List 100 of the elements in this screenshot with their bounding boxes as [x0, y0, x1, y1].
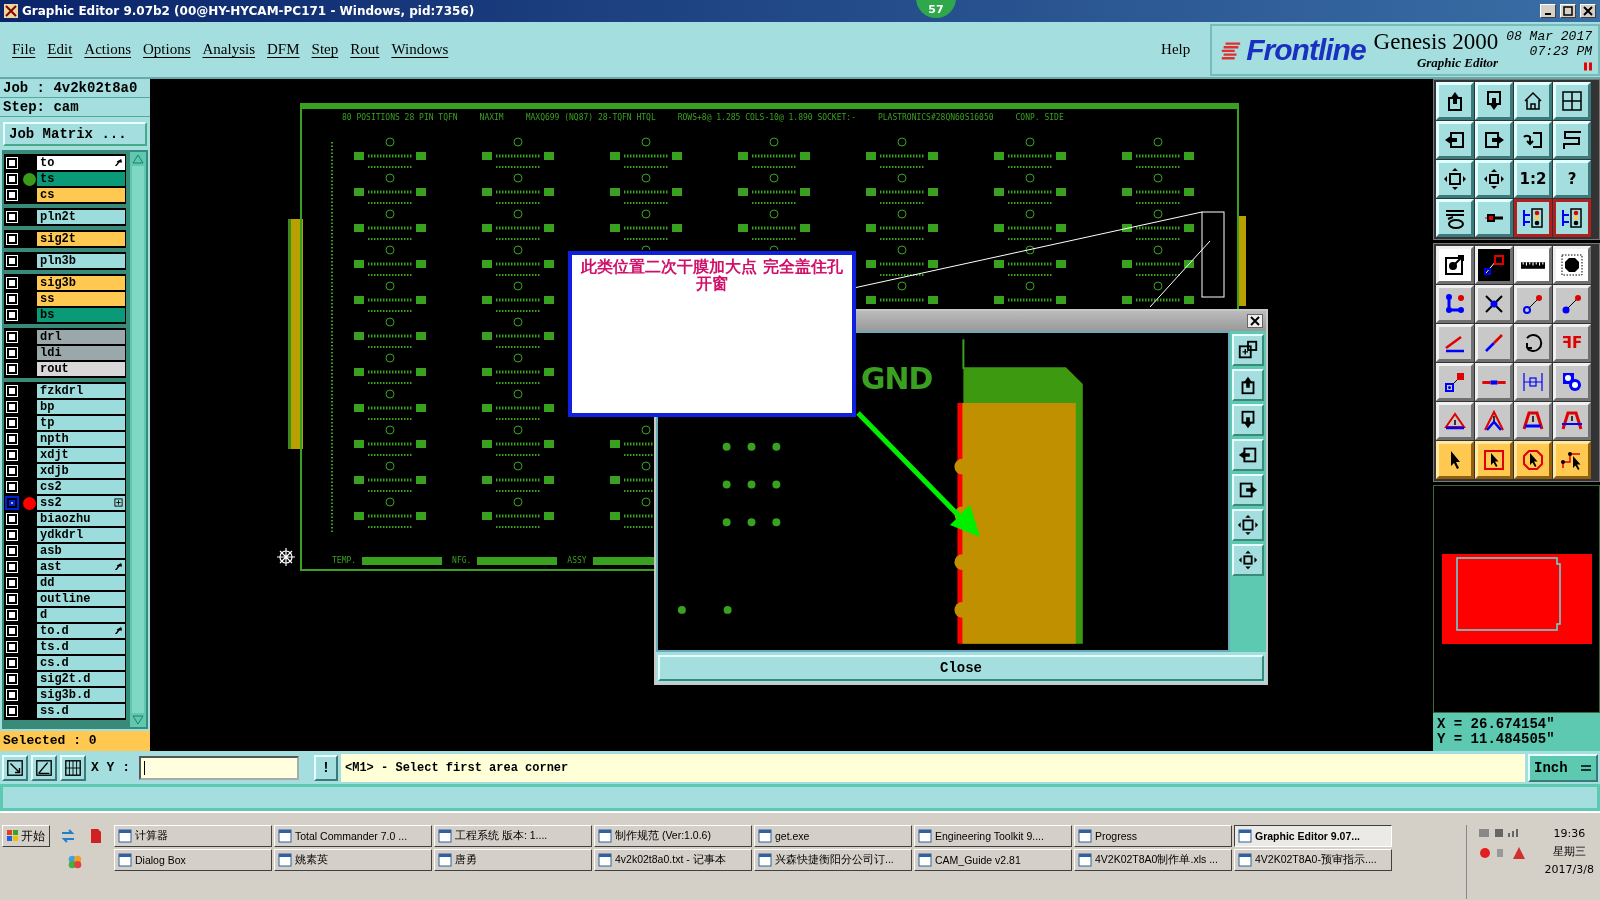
layer-checkbox[interactable] [7, 594, 17, 604]
taskbar-button[interactable]: 4V2K02T8A0制作单.xls ... [1074, 849, 1232, 871]
layer-name[interactable]: asb [40, 543, 62, 558]
layer-checkbox[interactable] [7, 642, 17, 652]
tool-button[interactable] [1553, 199, 1591, 237]
menu-item[interactable]: Actions [78, 39, 137, 60]
layer-checkbox[interactable] [7, 450, 17, 460]
menu-item[interactable]: Rout [344, 39, 386, 60]
layer-checkbox[interactable] [7, 706, 17, 716]
taskbar-button[interactable]: Progress [1074, 825, 1232, 847]
layer-name[interactable]: d [40, 607, 48, 622]
layer-checkbox[interactable] [7, 482, 17, 492]
layer-checkbox[interactable] [7, 364, 17, 374]
menu-item[interactable]: Options [137, 39, 197, 60]
view-button[interactable] [1232, 439, 1264, 471]
layer-name[interactable]: ast [40, 559, 62, 574]
taskbar-button[interactable]: 兴森快捷衡阳分公司订... [754, 849, 912, 871]
layer-name[interactable]: ldi [40, 345, 62, 360]
layer-checkbox[interactable] [7, 562, 17, 572]
layer-name[interactable]: drl [40, 329, 62, 344]
layer-checkbox[interactable] [7, 626, 17, 636]
layer-checkbox[interactable] [7, 498, 17, 508]
view-button[interactable] [1232, 474, 1264, 506]
start-button[interactable]: 开始 [2, 825, 50, 847]
menu-item[interactable]: Analysis [196, 39, 262, 60]
maximize-button[interactable] [1560, 4, 1576, 18]
layer-checkbox[interactable] [7, 578, 17, 588]
layer-checkbox[interactable] [7, 386, 17, 396]
layer-checkbox[interactable] [7, 402, 17, 412]
layer-checkbox[interactable] [7, 674, 17, 684]
layer-checkbox[interactable] [7, 418, 17, 428]
close-button[interactable] [1247, 314, 1263, 328]
layer-checkbox[interactable] [7, 514, 17, 524]
menu-item[interactable]: Edit [41, 39, 79, 60]
menu-item[interactable]: DFM [261, 39, 306, 60]
layer-name[interactable]: ss2 [40, 495, 62, 510]
tool-button[interactable]: ? [1553, 160, 1591, 198]
taskbar-button[interactable]: Dialog Box [114, 849, 272, 871]
layer-name[interactable]: cs [40, 187, 55, 202]
layer-checkbox[interactable] [7, 174, 17, 184]
menu-item[interactable]: Step [305, 39, 345, 60]
layer-checkbox[interactable] [7, 466, 17, 476]
layer-checkbox[interactable] [7, 690, 17, 700]
layer-name[interactable]: ss [40, 291, 55, 306]
document-icon[interactable] [88, 828, 104, 844]
layer-checkbox[interactable] [7, 310, 17, 320]
layer-checkbox[interactable] [7, 278, 17, 288]
taskbar-button[interactable]: Engineering Toolkit 9.... [914, 825, 1072, 847]
menu-item[interactable]: Windows [385, 39, 455, 60]
layer-checkbox[interactable] [7, 658, 17, 668]
job-matrix-button[interactable]: Job Matrix ... [3, 122, 147, 146]
layer-checkbox[interactable] [7, 234, 17, 244]
view-button[interactable] [1232, 544, 1264, 576]
view-button[interactable] [1232, 369, 1264, 401]
layer-checkbox[interactable] [7, 190, 17, 200]
taskbar-button[interactable]: CAM_Guide v2.81 [914, 849, 1072, 871]
layer-checkbox[interactable] [7, 530, 17, 540]
xy-input-field[interactable] [139, 755, 299, 780]
taskbar-button[interactable]: 工程系统 版本: 1.... [434, 825, 592, 847]
view-button[interactable] [1232, 404, 1264, 436]
layer-checkbox[interactable] [7, 158, 17, 168]
menu-item[interactable]: File [6, 39, 42, 60]
view-button[interactable] [1232, 509, 1264, 541]
taskbar-button[interactable]: 制作规范 (Ver:1.0.6) [594, 825, 752, 847]
layer-name[interactable]: bp [40, 399, 55, 414]
layer-name[interactable]: ts [40, 171, 55, 186]
taskbar-button[interactable]: 4v2k02t8a0.txt - 记事本 [594, 849, 752, 871]
layer-name[interactable]: tp [40, 415, 55, 430]
exclamation-button[interactable]: ! [314, 754, 338, 781]
board-label: NAXIM [479, 113, 504, 122]
layer-checkbox[interactable] [7, 546, 17, 556]
taskbar-button[interactable]: 4V2K02T8A0-预审指示.... [1234, 849, 1392, 871]
layer-checkbox[interactable] [7, 256, 17, 266]
taskbar-button[interactable]: 唐勇 [434, 849, 592, 871]
layer-checkbox[interactable] [7, 212, 17, 222]
layer-checkbox[interactable] [7, 348, 17, 358]
view-button[interactable] [1232, 334, 1264, 366]
taskbar-button[interactable]: 计算器 [114, 825, 272, 847]
window-icon [918, 829, 932, 843]
tool-button[interactable] [1514, 199, 1552, 237]
units-dropdown[interactable]: Inch [1528, 753, 1598, 782]
tool-button[interactable]: 1:2 [1514, 160, 1552, 198]
layer-name[interactable]: dd [40, 575, 55, 590]
help-menu[interactable]: Help [1155, 39, 1197, 60]
layer-checkbox[interactable] [7, 294, 17, 304]
layer-checkbox[interactable] [7, 332, 17, 342]
layer-name[interactable]: to [40, 155, 55, 170]
taskbar-button[interactable]: Total Commander 7.0 ... [274, 825, 432, 847]
taskbar-button[interactable]: Graphic Editor 9.07... [1234, 825, 1392, 847]
taskbar-button[interactable]: 姚素英 [274, 849, 432, 871]
layer-name[interactable]: cs2 [40, 479, 62, 494]
layer-checkbox[interactable] [7, 610, 17, 620]
layer-checkbox[interactable] [7, 434, 17, 444]
arrows-icon[interactable] [60, 828, 76, 844]
board-label: ROWS+8@ 1.285 COLS-10@ 1.890 SOCKET:- [677, 113, 856, 122]
taskbar-button[interactable]: get.exe [754, 825, 912, 847]
people-icon[interactable] [66, 853, 84, 871]
close-button[interactable]: Close [658, 655, 1264, 681]
minimize-button[interactable] [1540, 4, 1556, 18]
layer-name[interactable]: bs [40, 307, 55, 322]
